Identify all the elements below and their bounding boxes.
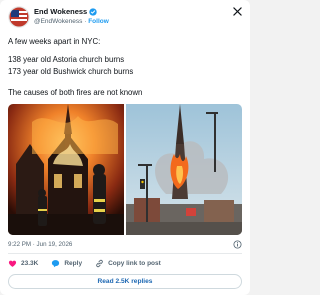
handle-row: @EndWokeness · Follow xyxy=(34,17,109,26)
follow-button[interactable]: Follow xyxy=(88,18,109,25)
post-media[interactable] xyxy=(8,104,242,235)
action-bar: 23.3K Reply Copy link to post xyxy=(8,258,174,269)
name-row: End Wokeness xyxy=(34,7,97,17)
reply-label: Reply xyxy=(64,260,83,267)
copy-link-button[interactable]: Copy link to post xyxy=(95,259,161,268)
post-text-line: The causes of both fires are not known xyxy=(8,88,143,97)
x-logo-icon[interactable] xyxy=(233,7,242,16)
like-count: 23.3K xyxy=(21,260,39,267)
post-text-line: A few weeks apart in NYC: xyxy=(8,37,101,46)
link-icon xyxy=(96,259,103,268)
reply-button[interactable]: Reply xyxy=(51,259,82,268)
like-button[interactable]: 23.3K xyxy=(8,259,38,268)
author-display-name[interactable]: End Wokeness xyxy=(34,7,87,17)
handle-separator: · xyxy=(84,18,87,25)
heart-icon xyxy=(8,260,17,267)
post-header: End Wokeness @EndWokeness · Follow xyxy=(8,6,242,28)
copy-link-label: Copy link to post xyxy=(108,260,161,267)
post-timestamp[interactable]: 9:22 PM · Jun 19, 2026 xyxy=(8,240,72,249)
photo-astoria-church-fire[interactable] xyxy=(8,104,124,235)
reply-bubble-icon xyxy=(52,260,60,268)
divider xyxy=(8,253,242,254)
author-handle[interactable]: @EndWokeness xyxy=(34,18,82,25)
info-icon[interactable] xyxy=(233,240,242,249)
photo-bushwick-church-fire[interactable] xyxy=(126,104,242,235)
post-text-line: 138 year old Astoria church burns xyxy=(8,55,125,64)
author-avatar[interactable] xyxy=(8,6,30,28)
verified-badge-icon xyxy=(89,8,97,16)
read-replies-button[interactable]: Read 2.5K replies xyxy=(8,274,242,289)
post-text-line: 173 year old Bushwick church burns xyxy=(8,67,134,76)
post-card: End Wokeness @EndWokeness · Follow A few… xyxy=(0,0,250,295)
